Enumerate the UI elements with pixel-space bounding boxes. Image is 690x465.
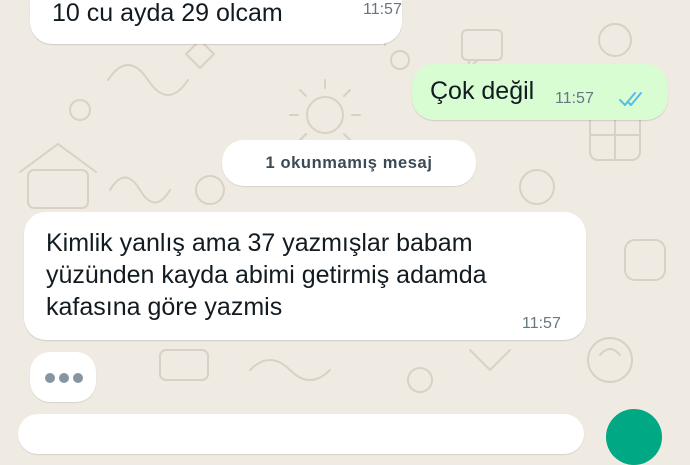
mic-button[interactable] [606,409,662,465]
typing-dot [73,373,83,383]
message-bubble-incoming[interactable]: 10 cu ayda 29 olcam 11:57 [30,0,402,44]
message-text-line: Kimlik yanlış ama 37 yazmışlar babam [46,229,473,257]
typing-dot [59,373,69,383]
message-timestamp: 11:57 [522,315,561,332]
message-bubble-incoming[interactable]: Kimlik yanlış ama 37 yazmışlar babam yüz… [24,212,586,340]
unread-messages-label: 1 okunmamış mesaj [265,153,433,172]
message-timestamp: 11:57 [555,90,594,107]
unread-messages-divider: 1 okunmamış mesaj [222,140,476,186]
message-text: 10 cu ayda 29 olcam [52,0,283,27]
message-text: Çok değil [430,77,535,105]
message-timestamp: 11:57 [363,1,402,18]
message-bubble-outgoing[interactable]: Çok değil 11:57 [412,64,668,120]
typing-indicator [30,352,96,402]
message-text-line: kafasına göre yazmis [46,293,283,321]
typing-dots-icon [45,373,55,383]
message-text-line: yüzünden kayda abimi getirmiş adamda [46,261,487,289]
double-check-read-icon [619,92,642,106]
message-input-bar[interactable] [18,414,584,454]
